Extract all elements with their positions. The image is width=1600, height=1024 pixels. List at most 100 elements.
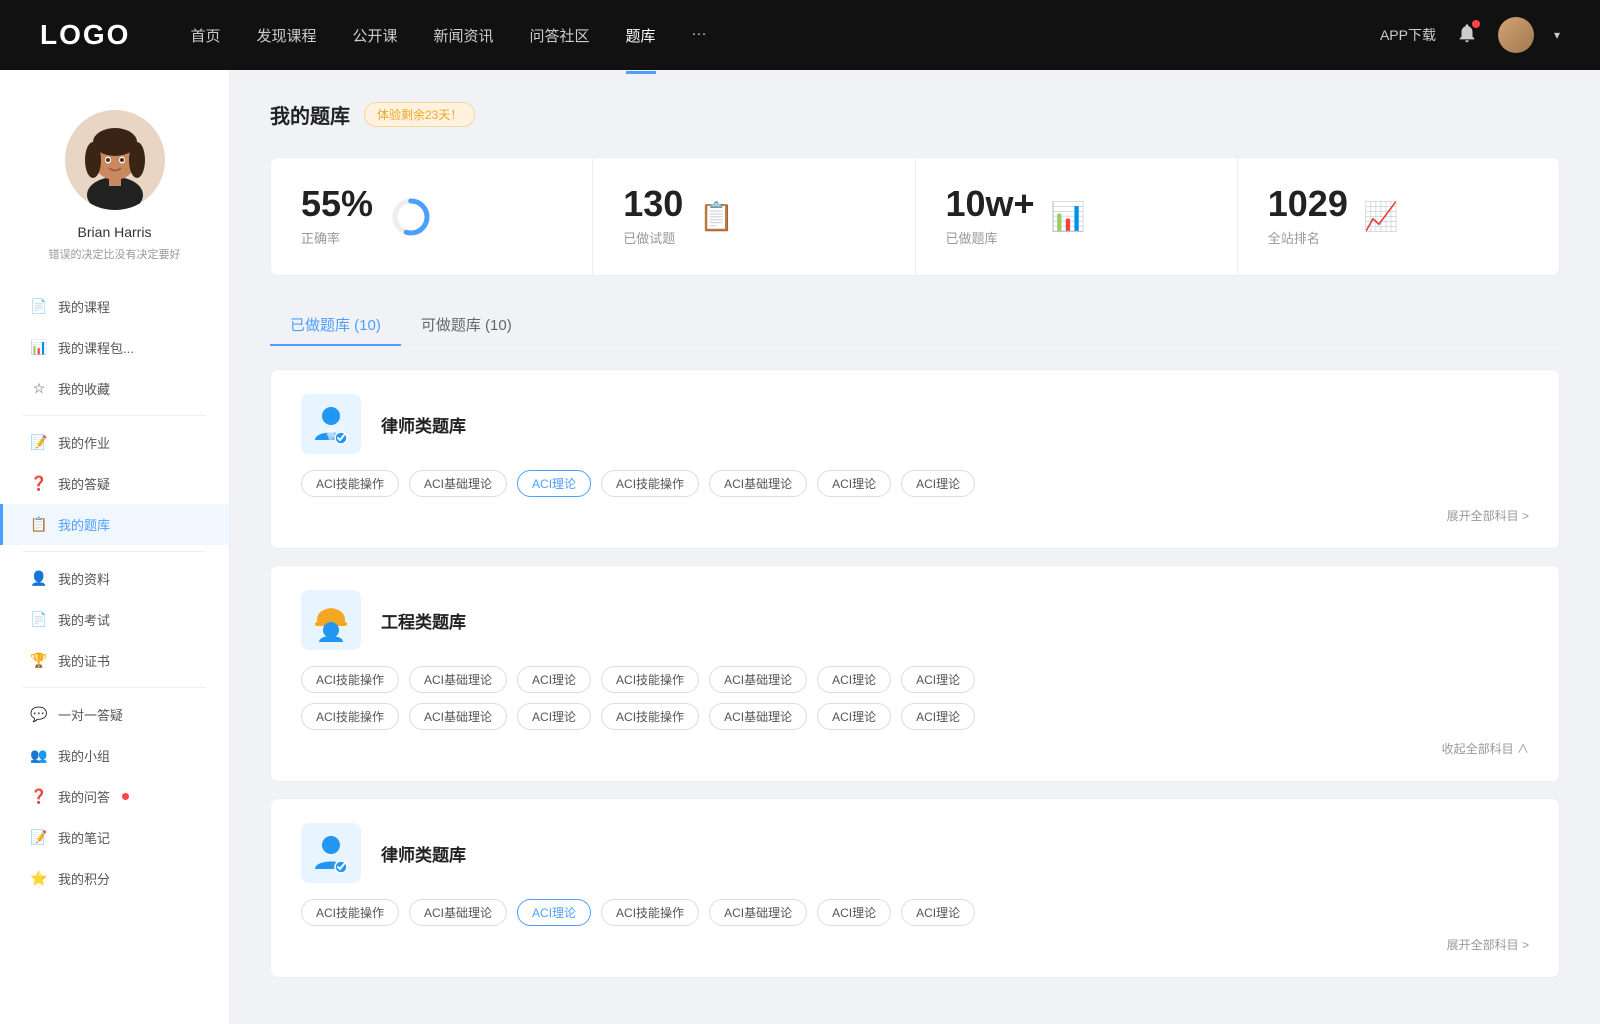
engineer-bank-icon xyxy=(301,590,361,650)
tag-item[interactable]: ACI理论 xyxy=(817,470,891,497)
accuracy-value: 55% xyxy=(301,186,373,222)
sidebar-item-profile[interactable]: 👤 我的资料 xyxy=(0,558,229,599)
tag-item[interactable]: ACI技能操作 xyxy=(601,666,699,693)
tag-item[interactable]: ACI理论 xyxy=(817,666,891,693)
logo[interactable]: LOGO xyxy=(40,19,130,51)
notification-bell[interactable] xyxy=(1456,22,1478,49)
engineer-bank-tags-row2: ACI技能操作 ACI基础理论 ACI理论 ACI技能操作 ACI基础理论 AC… xyxy=(301,703,1529,730)
tag-item[interactable]: ACI技能操作 xyxy=(601,470,699,497)
sidebar-item-my-qa[interactable]: ❓ 我的问答 xyxy=(0,776,229,817)
tag-item[interactable]: ACI理论 xyxy=(517,666,591,693)
lawyer-bank-title-2: 律师类题库 xyxy=(381,841,466,866)
user-avatar[interactable] xyxy=(1498,17,1534,53)
banks-value: 10w+ xyxy=(946,186,1035,222)
tag-item[interactable]: ACI理论 xyxy=(817,703,891,730)
my-qa-icon: ❓ xyxy=(30,788,48,805)
sidebar-item-certificate[interactable]: 🏆 我的证书 xyxy=(0,640,229,681)
stat-site-rank: 1029 全站排名 📈 xyxy=(1238,158,1559,275)
banks-label: 已做题库 xyxy=(946,228,1035,247)
nav-home[interactable]: 首页 xyxy=(190,21,220,50)
tag-item[interactable]: ACI理论 xyxy=(901,899,975,926)
sidebar-item-exam[interactable]: 📄 我的考试 xyxy=(0,599,229,640)
tag-item[interactable]: ACI基础理论 xyxy=(409,899,507,926)
tag-item[interactable]: ACI技能操作 xyxy=(301,470,399,497)
tag-item-active[interactable]: ACI理论 xyxy=(517,470,591,497)
tag-item[interactable]: ACI基础理论 xyxy=(409,703,507,730)
nav-news[interactable]: 新闻资讯 xyxy=(434,21,494,50)
nav-question-bank[interactable]: 题库 xyxy=(626,21,656,50)
notes-icon: 📝 xyxy=(30,829,48,846)
lawyer-bank-icon xyxy=(301,394,361,454)
stats-row: 55% 正确率 130 已做试题 📋 xyxy=(270,157,1560,276)
tag-item[interactable]: ACI技能操作 xyxy=(301,899,399,926)
expand-button-1[interactable]: 展开全部科目 > xyxy=(301,507,1529,524)
tag-item[interactable]: ACI基础理论 xyxy=(409,470,507,497)
avatar-image xyxy=(1498,17,1534,53)
page-title: 我的题库 xyxy=(270,100,350,129)
sidebar-label: 我的考试 xyxy=(58,610,110,629)
sidebar-item-question-bank[interactable]: 📋 我的题库 xyxy=(0,504,229,545)
tab-done-banks[interactable]: 已做题库 (10) xyxy=(270,304,401,345)
sidebar-menu: 📄 我的课程 📊 我的课程包... ☆ 我的收藏 📝 我的作业 ❓ 我的答疑 � xyxy=(0,286,229,899)
avatar-svg xyxy=(65,110,165,210)
tag-item[interactable]: ACI理论 xyxy=(901,703,975,730)
cert-icon: 🏆 xyxy=(30,652,48,669)
tag-item[interactable]: ACI基础理论 xyxy=(709,470,807,497)
tag-item[interactable]: ACI基础理论 xyxy=(409,666,507,693)
group-icon: 👥 xyxy=(30,747,48,764)
user-dropdown-arrow[interactable]: ▾ xyxy=(1554,28,1560,42)
package-icon: 📊 xyxy=(30,339,48,356)
tag-item[interactable]: ACI理论 xyxy=(901,666,975,693)
sidebar-label: 我的作业 xyxy=(58,433,110,452)
nav-open-course[interactable]: 公开课 xyxy=(352,21,397,50)
tag-item-active[interactable]: ACI理论 xyxy=(517,899,591,926)
notification-dot xyxy=(1472,20,1480,28)
topic-bank-card-lawyer-1: 律师类题库 ACI技能操作 ACI基础理论 ACI理论 ACI技能操作 ACI基… xyxy=(270,369,1560,549)
rank-icon: 📈 xyxy=(1364,200,1399,233)
banks-icon: 📊 xyxy=(1051,200,1086,233)
rank-label: 全站排名 xyxy=(1268,228,1348,247)
tag-item[interactable]: ACI技能操作 xyxy=(601,899,699,926)
tag-item[interactable]: ACI基础理论 xyxy=(709,666,807,693)
sidebar-label: 我的积分 xyxy=(58,869,110,888)
sidebar-item-course-package[interactable]: 📊 我的课程包... xyxy=(0,327,229,368)
sidebar: Brian Harris 错误的决定比没有决定要好 📄 我的课程 📊 我的课程包… xyxy=(0,70,230,1024)
sidebar-item-qa[interactable]: ❓ 我的答疑 xyxy=(0,463,229,504)
tabs: 已做题库 (10) 可做题库 (10) xyxy=(270,304,1560,345)
sidebar-item-group[interactable]: 👥 我的小组 xyxy=(0,735,229,776)
sidebar-label: 我的资料 xyxy=(58,569,110,588)
nav-menu: 首页 发现课程 公开课 新闻资讯 问答社区 题库 ··· xyxy=(190,21,1380,50)
tag-item[interactable]: ACI理论 xyxy=(517,703,591,730)
sidebar-item-favorites[interactable]: ☆ 我的收藏 xyxy=(0,368,229,409)
sidebar-item-homework[interactable]: 📝 我的作业 xyxy=(0,422,229,463)
tag-item[interactable]: ACI基础理论 xyxy=(709,703,807,730)
app-download-button[interactable]: APP下载 xyxy=(1380,25,1436,45)
topic-bank-card-lawyer-2: 律师类题库 ACI技能操作 ACI基础理论 ACI理论 ACI技能操作 ACI基… xyxy=(270,798,1560,978)
tag-item[interactable]: ACI理论 xyxy=(901,470,975,497)
expand-button-3[interactable]: 展开全部科目 > xyxy=(301,936,1529,953)
lawyer-bank-title-1: 律师类题库 xyxy=(381,412,466,437)
stat-accuracy: 55% 正确率 xyxy=(271,158,593,275)
course-icon: 📄 xyxy=(30,298,48,315)
sidebar-divider-3 xyxy=(23,687,206,688)
sidebar-item-one-on-one[interactable]: 💬 一对一答疑 xyxy=(0,694,229,735)
tag-item[interactable]: ACI理论 xyxy=(817,899,891,926)
engineer-bank-title: 工程类题库 xyxy=(381,608,466,633)
sidebar-item-points[interactable]: ⭐ 我的积分 xyxy=(0,858,229,899)
nav-discover[interactable]: 发现课程 xyxy=(256,21,316,50)
lawyer-bank-tags-2: ACI技能操作 ACI基础理论 ACI理论 ACI技能操作 ACI基础理论 AC… xyxy=(301,899,1529,926)
tag-item[interactable]: ACI技能操作 xyxy=(301,666,399,693)
lawyer-bank-tags-1: ACI技能操作 ACI基础理论 ACI理论 ACI技能操作 ACI基础理论 AC… xyxy=(301,470,1529,497)
tag-item[interactable]: ACI技能操作 xyxy=(601,703,699,730)
nav-more[interactable]: ··· xyxy=(692,21,707,50)
collapse-button[interactable]: 收起全部科目 ∧ xyxy=(301,740,1529,757)
tag-item[interactable]: ACI技能操作 xyxy=(301,703,399,730)
sidebar-item-notes[interactable]: 📝 我的笔记 xyxy=(0,817,229,858)
nav-qa[interactable]: 问答社区 xyxy=(530,21,590,50)
questions-icon: 📋 xyxy=(699,200,734,233)
tag-item[interactable]: ACI基础理论 xyxy=(709,899,807,926)
sidebar-label: 我的问答 xyxy=(58,787,110,806)
tab-available-banks[interactable]: 可做题库 (10) xyxy=(401,304,532,345)
sidebar-item-my-course[interactable]: 📄 我的课程 xyxy=(0,286,229,327)
bank-icon: 📋 xyxy=(30,516,48,533)
